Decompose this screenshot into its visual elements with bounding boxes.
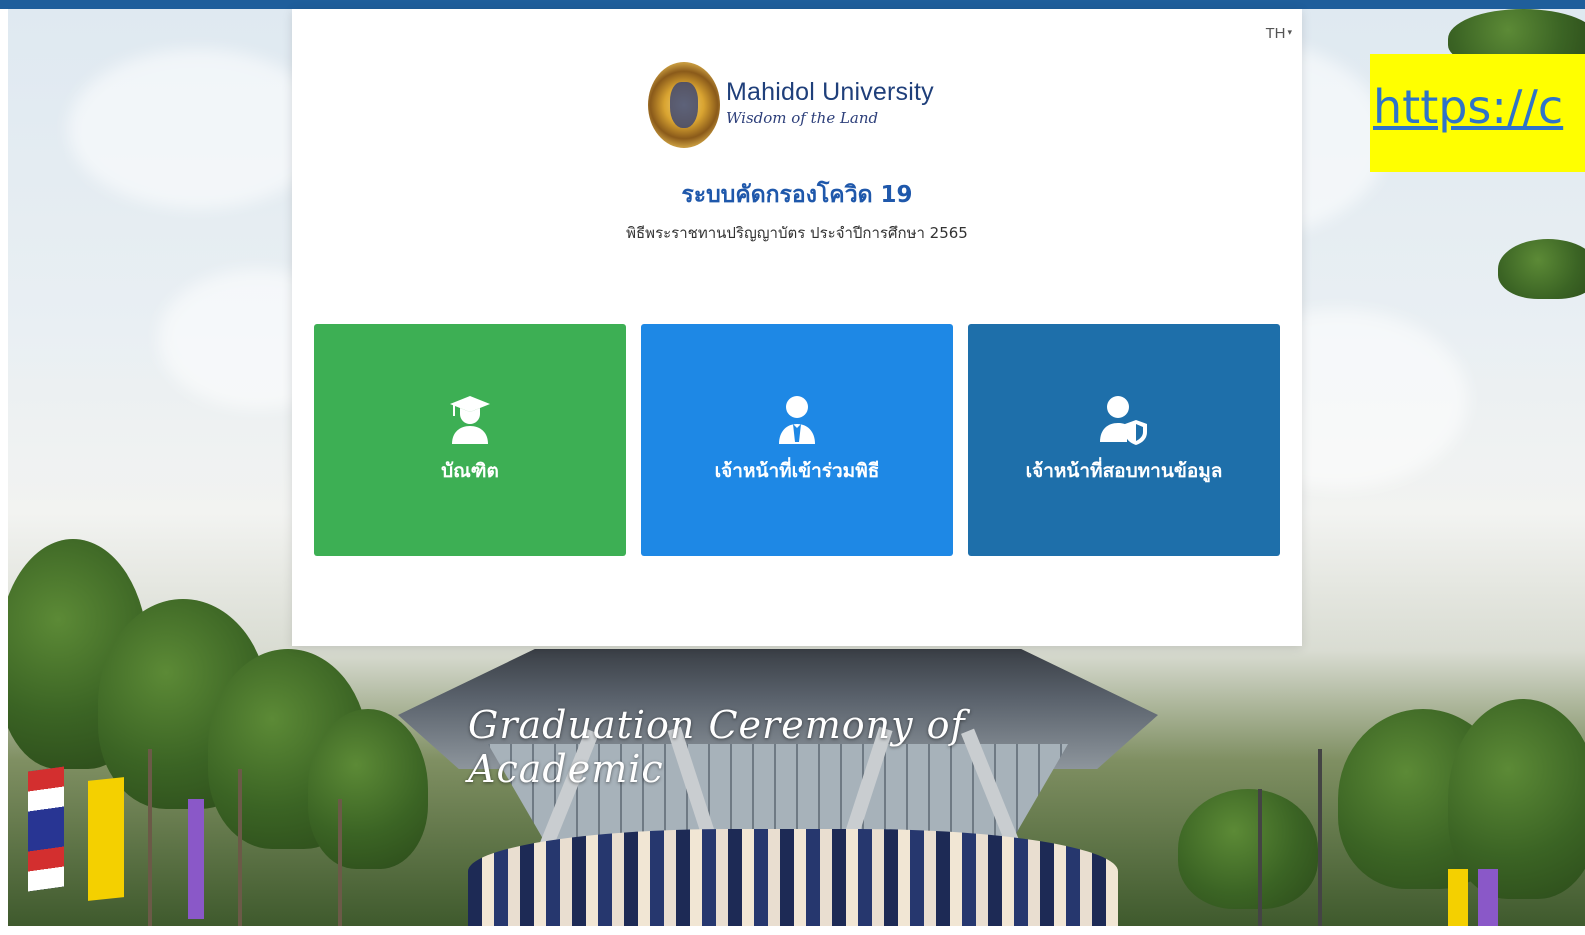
ceremony-script-title: Graduation Ceremony of Academic [468, 703, 966, 791]
university-seal-icon [648, 62, 720, 148]
page-subtitle: พิธีพระราชทานปริญญาบัตร ประจำปีการศึกษา … [626, 224, 968, 242]
top-accent-bar [0, 0, 1585, 9]
staff-tile-button[interactable]: เจ้าหน้าที่เข้าร่วมพิธี [641, 324, 953, 556]
university-logo: Mahidol University Wisdom of the Land [648, 60, 934, 150]
staff-tile-label: เจ้าหน้าที่เข้าร่วมพิธี [714, 460, 880, 482]
language-selector[interactable]: TH ▾ [1265, 25, 1292, 42]
university-tagline: Wisdom of the Land [726, 108, 879, 127]
university-name: Mahidol University [726, 77, 934, 106]
reviewer-tile-label: เจ้าหน้าที่สอบทานข้อมูล [1025, 460, 1223, 482]
url-link[interactable]: https://c [1373, 80, 1563, 134]
graduate-tile-label: บัณฑิต [441, 460, 499, 482]
graduate-tile-button[interactable]: บัณฑิต [314, 324, 626, 556]
language-label: TH [1265, 25, 1286, 42]
reviewer-tile-button[interactable]: เจ้าหน้าที่สอบทานข้อมูล [968, 324, 1280, 556]
graduates-crowd [468, 829, 1118, 926]
page-title: ระบบคัดกรองโควิด 19 [681, 182, 913, 208]
caret-down-icon: ▾ [1287, 27, 1292, 37]
graduate-icon [450, 396, 490, 444]
url-highlight-overlay: https://c [1370, 54, 1585, 172]
main-card: TH ▾ Mahidol University Wisdom of the Lan… [292, 9, 1302, 646]
user-shield-icon [1100, 396, 1147, 445]
staff-icon [779, 396, 815, 444]
